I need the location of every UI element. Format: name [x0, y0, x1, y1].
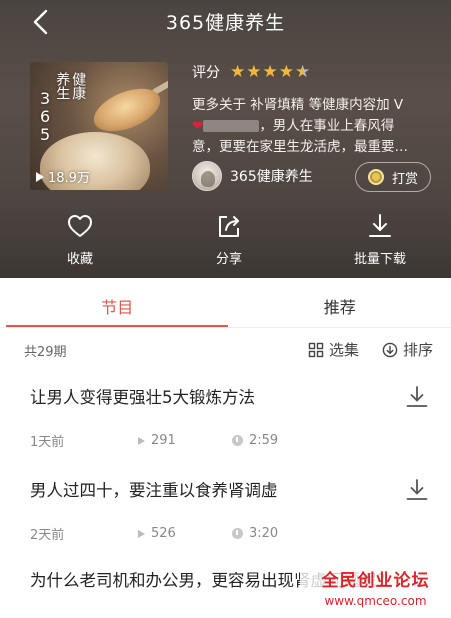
time-text: 1天前: [30, 435, 65, 450]
episode-count: 共29期: [24, 345, 67, 360]
share-button[interactable]: 分享: [189, 212, 269, 267]
sort-button[interactable]: 排序: [382, 339, 433, 360]
watermark-title: 全民创业论坛: [321, 571, 430, 591]
download-icon: [369, 214, 391, 237]
share-label: 分享: [215, 252, 242, 267]
episode-plays: 291: [138, 433, 232, 448]
tip-button[interactable]: 打赏: [355, 162, 431, 192]
avatar[interactable]: [192, 161, 222, 191]
tip-label: 打赏: [391, 171, 418, 187]
redacted-text: [203, 120, 260, 132]
coin-icon: [367, 169, 384, 185]
album-description[interactable]: 更多关于 补肾填精 等健康内容加 V ❤ ，男人在事业上春风得 意，更要在家里生龙…: [192, 95, 432, 158]
play-icon: [138, 529, 145, 538]
episode-time: 1天前: [30, 431, 138, 450]
clock-icon: [232, 435, 243, 446]
heart-icon: ❤: [192, 118, 204, 134]
episode-duration: 3:20: [232, 526, 278, 541]
half-star-icon: ★: [295, 61, 311, 82]
select-episodes-button[interactable]: 选集: [308, 339, 359, 360]
description-line: ，男人在事业上春风得: [259, 118, 395, 134]
star-icon: ★: [246, 61, 262, 82]
album-cover[interactable]: 3 6 5 健康 养生 18.9万: [30, 62, 168, 190]
tab-episodes[interactable]: 节目: [6, 290, 229, 328]
select-label: 选集: [329, 341, 360, 359]
rating: 评分 ★ ★ ★ ★ ★: [192, 62, 310, 82]
duration-text: 3:20: [249, 526, 279, 541]
play-icon: [138, 436, 145, 445]
clock-icon: [232, 528, 243, 539]
episode-meta: 1天前 291 2:59: [30, 431, 278, 450]
batch-download-label: 批量下载: [353, 252, 406, 267]
plays-text: 291: [151, 433, 176, 448]
plays-text: 526: [151, 526, 176, 541]
star-icon: ★: [278, 61, 294, 82]
author[interactable]: 365健康养生: [192, 161, 313, 191]
episode-duration: 2:59: [232, 433, 278, 448]
cover-vertical-label: 3 6 5 健康 养生: [40, 72, 86, 144]
favorite-button[interactable]: 收藏: [40, 212, 120, 267]
cover-digit: 5: [40, 125, 51, 144]
watermark-url: www.qmceo.com: [324, 594, 427, 608]
divider: [0, 327, 451, 328]
star-icon: ★: [230, 61, 246, 82]
page-title: 365健康养生: [165, 12, 286, 34]
list-header: 共29期 选集 排序: [0, 337, 451, 363]
time-text: 2天前: [30, 528, 65, 543]
episode-title[interactable]: 让男人变得更强壮5大锻炼方法: [30, 386, 400, 410]
duration-text: 2:59: [249, 433, 279, 448]
download-icon: [406, 479, 428, 500]
cover-label-text: 健康: [70, 72, 87, 100]
episode-time: 2天前: [30, 524, 138, 543]
episode-plays: 526: [138, 526, 232, 541]
episode-download-button[interactable]: [404, 477, 430, 503]
play-icon: [36, 171, 44, 182]
rating-stars: ★ ★ ★ ★ ★: [230, 61, 311, 82]
heart-outline-icon: [68, 215, 92, 237]
grid-icon: [308, 342, 324, 357]
sort-down-icon: [382, 342, 398, 357]
episode-title[interactable]: 男人过四十，要注重以食养肾调虚: [30, 479, 400, 503]
action-bar: 收藏 分享 批量下载: [0, 212, 451, 272]
rating-label: 评分: [192, 65, 220, 81]
tab-bar: 节目 推荐: [6, 290, 451, 328]
cover-digit: 3: [40, 89, 51, 108]
favorite-label: 收藏: [66, 252, 93, 267]
episode-download-button[interactable]: [404, 384, 430, 410]
description-line: 意，更要在家里生龙活虎，最重要…: [192, 139, 408, 155]
sort-label: 排序: [403, 341, 434, 359]
cover-label-text: 养生: [54, 72, 71, 100]
tab-recommend[interactable]: 推荐: [229, 290, 451, 328]
cover-digit: 6: [40, 107, 51, 126]
description-line: 更多关于 补肾填精 等健康内容加 V: [192, 97, 404, 113]
cover-play-count: 18.9万: [36, 167, 90, 186]
author-name[interactable]: 365健康养生: [230, 166, 313, 186]
album-header: 365健康养生 3 6 5 健康 养生 18.9万 评分 ★ ★ ★ ★ ★ 更…: [0, 0, 451, 278]
watermark: 全民创业论坛 www.qmceo.com: [300, 567, 451, 618]
share-icon: [219, 216, 239, 237]
episode-meta: 2天前 526 3:20: [30, 524, 278, 543]
download-icon: [406, 386, 428, 407]
star-icon: ★: [262, 61, 278, 82]
play-count-text: 18.9万: [48, 171, 90, 186]
batch-download-button[interactable]: 批量下载: [340, 212, 420, 267]
